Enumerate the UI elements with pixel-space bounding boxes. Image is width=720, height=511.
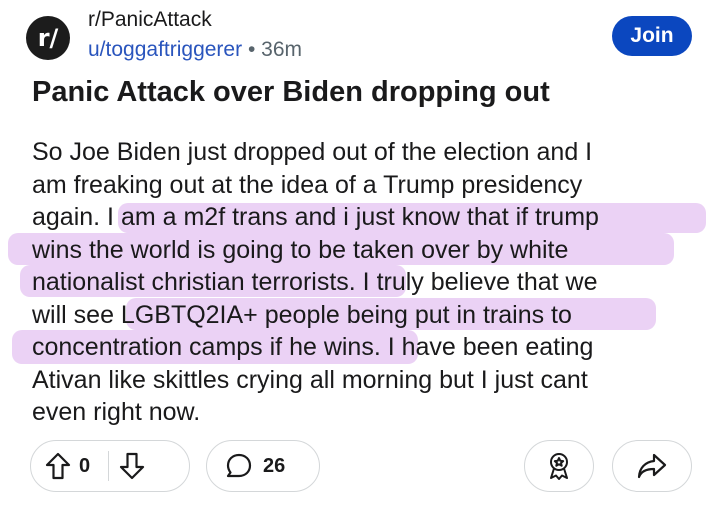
meta-separator: • [247, 38, 256, 61]
post-body: So Joe Biden just dropped out of the ele… [32, 136, 712, 429]
post-title[interactable]: Panic Attack over Biden dropping out [32, 76, 550, 109]
vote-divider [108, 451, 110, 481]
post-body-line: am freaking out at the idea of a Trump p… [32, 170, 583, 199]
post-body-line: even right now. [32, 398, 201, 426]
comment-count: 26 [263, 454, 286, 477]
subreddit-avatar[interactable]: r/ [26, 16, 70, 60]
comments-button[interactable]: 26 [206, 440, 320, 492]
post-body-line: nationalist christian terrorists. I trul… [32, 268, 598, 296]
vote-count: 0 [79, 454, 91, 477]
post-body-line: wins the world is going to be taken over… [32, 235, 569, 264]
share-arrow-icon [636, 452, 668, 480]
speech-bubble-icon [225, 452, 253, 480]
post-body-line: concentration camps if he wins. I have b… [32, 333, 594, 361]
post-body-line: Ativan like skittles crying all morning … [32, 365, 588, 394]
post-body-line: again. I am a m2f trans and i just know … [32, 203, 599, 231]
post-time: 36m [261, 38, 303, 61]
arrow-down-icon[interactable] [119, 452, 145, 480]
arrow-up-icon[interactable] [45, 452, 71, 480]
subreddit-name[interactable]: r/PanicAttack [88, 8, 212, 32]
post-body-line: will see LGBTQ2IA+ people being put in t… [32, 300, 572, 329]
share-button[interactable] [612, 440, 692, 492]
author-username[interactable]: u/toggaftriggerer [88, 38, 242, 61]
post-meta: u/toggaftriggerer • 36m [88, 38, 302, 62]
join-button[interactable]: Join [612, 16, 692, 56]
post-body-line: So Joe Biden just dropped out of the ele… [32, 138, 593, 166]
award-button[interactable] [524, 440, 594, 492]
award-icon [545, 451, 573, 481]
vote-bar: 0 [30, 440, 190, 492]
